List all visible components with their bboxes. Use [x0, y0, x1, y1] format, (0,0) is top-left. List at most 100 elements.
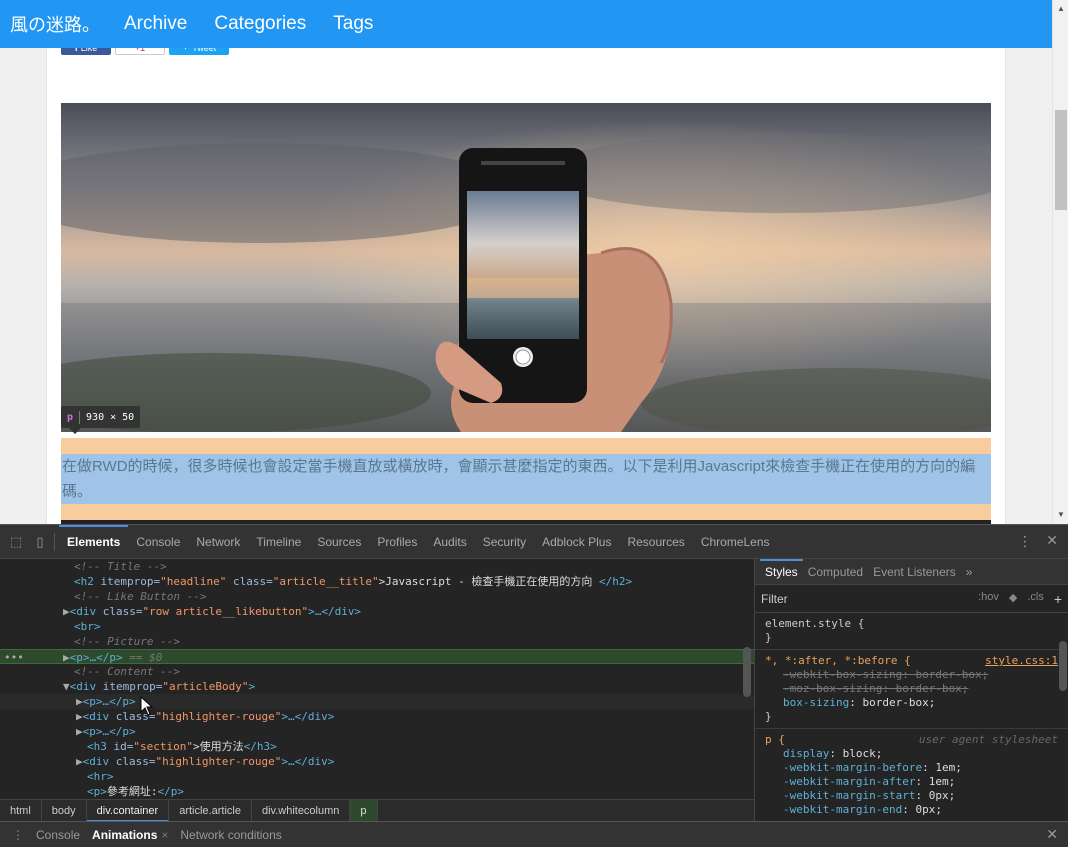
dom-line-selected-p[interactable]: ••• ▶<p>…</p> == $0: [0, 649, 754, 664]
dom-text: 參考網址:: [106, 785, 158, 798]
dom-text: >Javascript - 檢查手機正在使用的方向: [378, 575, 600, 588]
breadcrumb-article[interactable]: article.article: [169, 799, 252, 822]
drawer-tab-console[interactable]: Console: [30, 828, 86, 842]
overridden-property[interactable]: -moz-box-sizing: border-box;: [765, 682, 1058, 696]
expand-triangle-icon[interactable]: ▶: [76, 695, 83, 708]
site-brand[interactable]: 風の迷路。: [10, 11, 100, 37]
dom-tag: <div: [69, 680, 103, 693]
css-property[interactable]: -webkit-margin-after: 1em;: [765, 775, 1058, 789]
breadcrumb-p[interactable]: p: [350, 799, 378, 822]
dom-line-p[interactable]: ▶<p>…</p>: [0, 724, 754, 739]
expand-triangle-icon[interactable]: ▶: [63, 605, 70, 618]
dom-attr-value: "row article__likebutton": [142, 605, 309, 618]
close-drawer-icon[interactable]: ✕: [1046, 826, 1058, 843]
elements-scrollbar[interactable]: [743, 647, 751, 697]
rule-universal[interactable]: *, *:after, *:before { style.css:1 -webk…: [755, 650, 1068, 729]
class-toggle[interactable]: .cls: [1027, 591, 1044, 607]
rule-p-user-agent[interactable]: p { user agent stylesheet display: block…: [755, 729, 1068, 821]
tab-chromelens[interactable]: ChromeLens: [693, 525, 778, 559]
dom-line-div-highlighter[interactable]: ▶<div class="highlighter-rouge">…</div>: [0, 754, 754, 769]
dom-line[interactable]: <!-- Picture -->: [0, 634, 754, 649]
dom-line[interactable]: <!-- Like Button -->: [0, 589, 754, 604]
drawer-menu-icon[interactable]: ⋮: [6, 828, 30, 842]
dom-comment: <!-- Title -->: [74, 560, 167, 573]
dom-attr-value: "article__title": [272, 575, 379, 588]
drawer-tab-animations[interactable]: Animations: [86, 828, 163, 842]
rule-source-link[interactable]: style.css:1: [985, 654, 1058, 668]
color-format-icon[interactable]: ◆: [1009, 591, 1017, 607]
nav-link-categories[interactable]: Categories: [214, 13, 306, 35]
tab-console[interactable]: Console: [128, 525, 188, 559]
property-name: -webkit-margin-before: [783, 761, 923, 774]
dom-line-div-highlighter[interactable]: ▶<div class="highlighter-rouge">…</div>: [0, 709, 754, 724]
dom-line[interactable]: <!-- Content -->: [0, 664, 754, 679]
property-value: : block;: [829, 747, 883, 760]
collapse-triangle-icon[interactable]: ▼: [63, 680, 70, 693]
css-property[interactable]: -webkit-margin-end: 0px;: [765, 803, 1058, 817]
rule-element-style[interactable]: element.style { }: [755, 613, 1068, 650]
overridden-property[interactable]: -webkit-box-sizing: border-box;: [765, 668, 1058, 682]
page-scrollbar[interactable]: ▲ ▼: [1052, 0, 1068, 524]
tab-event-listeners[interactable]: Event Listeners: [868, 559, 961, 585]
css-property[interactable]: -webkit-margin-before: 1em;: [765, 761, 1058, 775]
dom-line-br[interactable]: <br>: [0, 619, 754, 634]
tab-profiles[interactable]: Profiles: [369, 525, 425, 559]
hover-state-toggle[interactable]: :hov: [978, 591, 999, 607]
styles-scrollbar[interactable]: [1059, 641, 1067, 691]
close-devtools-icon[interactable]: ✕: [1046, 532, 1058, 549]
css-property[interactable]: -webkit-margin-start: 0px;: [765, 789, 1058, 803]
more-tabs-icon[interactable]: »: [961, 559, 978, 585]
styles-filter-bar[interactable]: Filter :hov ◆ .cls +: [755, 585, 1068, 613]
mouse-pointer-icon: [140, 696, 154, 716]
breadcrumb-div-whitecolumn[interactable]: div.whitecolumn: [252, 799, 351, 822]
dom-line[interactable]: <!-- Title -->: [0, 559, 754, 574]
dom-line-p-reference[interactable]: <p>參考網址:</p>: [0, 784, 754, 799]
tab-network[interactable]: Network: [188, 525, 248, 559]
expand-triangle-icon[interactable]: ▶: [76, 755, 83, 768]
add-rule-icon[interactable]: +: [1054, 591, 1062, 607]
rule-source-ua: user agent stylesheet: [918, 733, 1058, 746]
device-mode-icon[interactable]: ▯: [32, 534, 48, 550]
expand-triangle-icon[interactable]: ▶: [63, 651, 70, 664]
more-actions-icon[interactable]: •••: [4, 650, 24, 665]
scroll-thumb[interactable]: [1055, 110, 1067, 210]
tab-sources[interactable]: Sources: [309, 525, 369, 559]
kebab-menu-icon[interactable]: ⋮: [1018, 533, 1032, 550]
tab-timeline[interactable]: Timeline: [248, 525, 309, 559]
breadcrumb-div-container[interactable]: div.container: [86, 799, 170, 822]
tab-adblock-plus[interactable]: Adblock Plus: [534, 525, 619, 559]
property-name: display: [783, 747, 830, 760]
tooltip-tag: p: [67, 411, 74, 423]
nav-link-archive[interactable]: Archive: [124, 13, 187, 35]
tab-security[interactable]: Security: [475, 525, 534, 559]
expand-triangle-icon[interactable]: ▶: [76, 710, 83, 723]
drawer-tab-network-conditions[interactable]: Network conditions: [174, 828, 287, 842]
dom-line-h2[interactable]: <h2 itemprop="headline" class="article__…: [0, 574, 754, 589]
tab-audits[interactable]: Audits: [425, 525, 474, 559]
tab-divider: [54, 532, 55, 551]
dom-attr: itemprop=: [100, 575, 161, 588]
article-intro-paragraph: 在做RWD的時候，很多時候也會設定當手機直放或橫放時，會顯示甚麼指定的東西。以下…: [61, 454, 991, 504]
inspect-element-icon[interactable]: ⬚: [8, 534, 24, 550]
breadcrumb-html[interactable]: html: [0, 799, 42, 822]
expand-triangle-icon[interactable]: ▶: [76, 725, 83, 738]
css-property[interactable]: display: block;: [765, 747, 1058, 761]
css-property[interactable]: box-sizing: border-box;: [765, 696, 1058, 710]
filter-input[interactable]: Filter: [761, 592, 788, 606]
dom-line-h3[interactable]: <h3 id="section">使用方法</h3>: [0, 739, 754, 754]
scroll-up-icon[interactable]: ▲: [1057, 4, 1065, 13]
breadcrumb-body[interactable]: body: [42, 799, 87, 822]
close-tab-icon[interactable]: ×: [155, 828, 174, 842]
tab-elements[interactable]: Elements: [59, 524, 129, 559]
tab-computed[interactable]: Computed: [803, 559, 868, 585]
tab-resources[interactable]: Resources: [619, 525, 692, 559]
scroll-down-icon[interactable]: ▼: [1057, 510, 1065, 519]
dom-line-hr[interactable]: <hr>: [0, 769, 754, 784]
nav-link-tags[interactable]: Tags: [333, 13, 373, 35]
dom-line-div-likebutton[interactable]: ▶<div class="row article__likebutton">…<…: [0, 604, 754, 619]
dom-line-p-hovered[interactable]: ▶<p>…</p>: [0, 694, 754, 709]
elements-dom-tree[interactable]: <!-- Title --> <h2 itemprop="headline" c…: [0, 559, 754, 799]
tab-styles[interactable]: Styles: [760, 558, 803, 585]
dom-line-div-articlebody[interactable]: ▼<div itemprop="articleBody">: [0, 679, 754, 694]
property-value: : 0px;: [915, 789, 956, 802]
